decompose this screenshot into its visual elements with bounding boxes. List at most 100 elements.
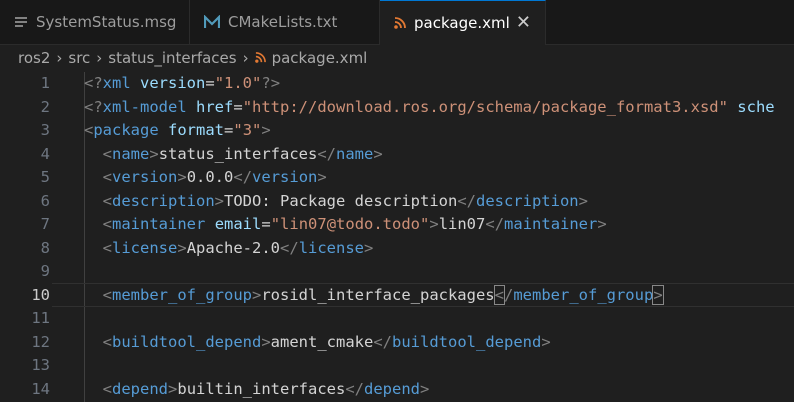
code-text: <description>TODO: Package description</…: [84, 189, 588, 213]
code-text: <license>Apache-2.0</license>: [84, 236, 374, 260]
code-text: <version>0.0.0</version>: [84, 165, 327, 189]
code-token: >: [177, 168, 187, 186]
file-lines-icon: [14, 15, 28, 29]
tab-systemstatus-msg[interactable]: SystemStatus.msg: [0, 0, 190, 44]
line-number: 12: [31, 332, 50, 351]
tab-package-xml[interactable]: package.xml ✕: [380, 0, 546, 45]
code-token: >: [541, 332, 551, 351]
line-number: 13: [31, 356, 50, 374]
code-token: maintainer: [504, 215, 598, 233]
code-token: license: [298, 238, 365, 257]
code-line[interactable]: 4 <name>status_interfaces</name>: [0, 142, 794, 166]
code-token: name: [336, 144, 374, 163]
code-line[interactable]: 2 <?xml-model href="http://download.ros.o…: [0, 95, 794, 119]
code-line[interactable]: 10 < member_of_group> rosidl_interface_pac…: [0, 282, 794, 307]
code-line[interactable]: 5 <version>0.0.0</version>: [0, 165, 794, 189]
code-line[interactable]: 7 <maintainer email="lin07@todo.todo">li…: [0, 212, 794, 236]
tab-label: package.xml: [414, 14, 510, 32]
code-token: license: [112, 238, 178, 257]
tab-label: SystemStatus.msg: [36, 13, 177, 31]
matching-bracket: >: [652, 284, 664, 305]
code-token: buildtool_depend: [392, 332, 542, 351]
code-token: xml-model: [102, 97, 187, 116]
code-line[interactable]: 13: [0, 353, 794, 377]
code-line[interactable]: 6 <description>TODO: Package description…: [0, 189, 794, 213]
code-token: ?>: [261, 74, 281, 92]
code-text: <?xml version="1.0"?>: [84, 71, 280, 95]
code-line[interactable]: 1 <?xml version="1.0"?>: [0, 71, 794, 95]
code-token: "3": [233, 121, 262, 139]
code-token: description: [475, 191, 579, 210]
code-token: <: [102, 191, 113, 210]
close-icon[interactable]: ✕: [516, 12, 531, 33]
line-number: 8: [40, 238, 50, 257]
line-number: 7: [40, 215, 50, 233]
code-token: >: [261, 121, 271, 139]
code-token: =: [205, 74, 215, 92]
line-number: 10: [31, 285, 50, 304]
code-token: name: [112, 144, 150, 163]
line-number: 6: [40, 191, 50, 210]
code-line[interactable]: 12 <buildtool_depend>ament_cmake</buildt…: [0, 330, 794, 354]
line-number: 1: [40, 74, 50, 92]
rss-icon: [394, 17, 406, 29]
code-line[interactable]: 3 <package format="3">: [0, 118, 794, 142]
code-line[interactable]: 14 <depend>builtin_interfaces</depend>: [0, 377, 794, 401]
code-token: xml: [102, 74, 131, 92]
chevron-right-icon: ›: [56, 49, 63, 67]
code-token: member_of_group: [513, 285, 654, 304]
code-token: </: [317, 144, 336, 163]
code-token: package: [93, 121, 159, 139]
code-text: < member_of_group> rosidl_interface_packag…: [84, 283, 664, 307]
code-token: <: [102, 168, 113, 186]
code-token: maintainer: [112, 215, 206, 233]
code-token: >: [317, 168, 327, 186]
code-token: >: [373, 144, 383, 163]
code-token: <: [102, 379, 113, 398]
cmake-m-icon: [204, 15, 220, 29]
chevron-right-icon: ›: [96, 49, 103, 67]
code-token: /: [503, 285, 514, 304]
code-token: </: [373, 332, 392, 351]
code-line[interactable]: 11: [0, 306, 794, 330]
code-token: >: [364, 238, 374, 257]
code-token: </: [280, 238, 299, 257]
code-token: rosidl_interface_packages: [261, 285, 495, 304]
code-token: =: [233, 97, 243, 116]
breadcrumb-item[interactable]: status_interfaces: [108, 49, 236, 67]
code-line[interactable]: 8 <license>Apache-2.0</license>: [0, 236, 794, 260]
code-token: >: [429, 215, 439, 233]
breadcrumb-item[interactable]: ros2: [18, 49, 50, 67]
code-token: </: [457, 191, 476, 210]
code-token: <?: [84, 97, 103, 116]
matching-bracket: <: [493, 284, 506, 305]
code-token: >: [261, 332, 271, 351]
breadcrumb-item[interactable]: package.xml: [272, 49, 368, 67]
code-token: >: [420, 379, 430, 398]
rss-icon: [254, 49, 266, 67]
breadcrumb-item[interactable]: src: [68, 49, 90, 67]
code-token: <: [102, 144, 113, 163]
code-token: version: [140, 74, 206, 92]
code-token: version: [112, 168, 178, 186]
code-token: </: [345, 379, 365, 398]
code-token: builtin_interfaces: [177, 379, 346, 398]
code-text: <buildtool_depend>ament_cmake</buildtool…: [84, 330, 551, 354]
code-token: =: [224, 121, 234, 139]
code-token: 0.0.0: [186, 168, 234, 186]
code-token: Apache-2.0: [186, 238, 281, 257]
code-editor[interactable]: 1 <?xml version="1.0"?> 2 <?xml-model href=…: [0, 71, 794, 401]
code-token: <: [102, 215, 113, 233]
breadcrumb: ros2 › src › status_interfaces › package…: [0, 45, 794, 71]
code-token: >: [177, 238, 187, 257]
tab-cmakelists-txt[interactable]: CMakeLists.txt: [190, 0, 380, 44]
code-line[interactable]: 9: [0, 259, 794, 283]
